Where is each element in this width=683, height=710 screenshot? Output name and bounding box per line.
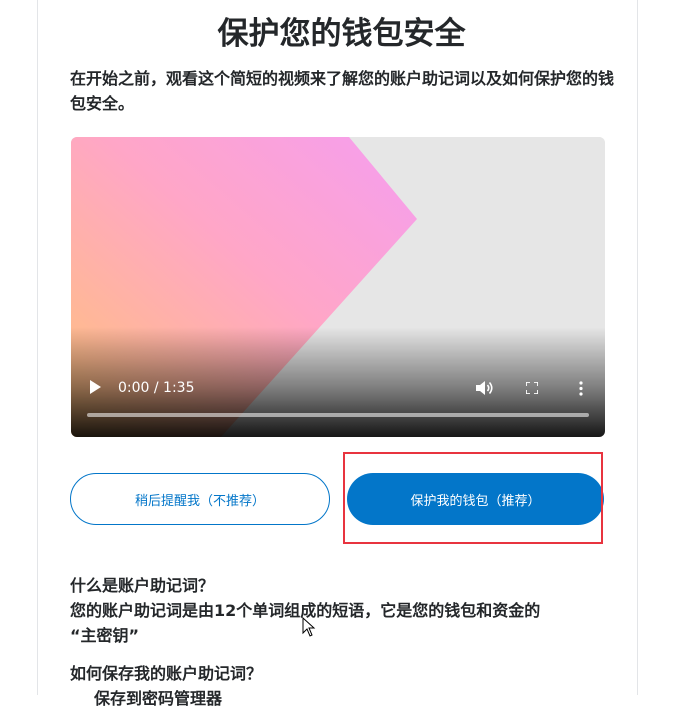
faq-answer-1-line1: 您的账户助记词是由12个单词组成的短语，它是您的钱包和资金的 xyxy=(70,601,541,620)
faq-answer-1-line2: “主密钥” xyxy=(70,626,140,645)
fullscreen-icon[interactable] xyxy=(526,382,538,394)
more-options-icon[interactable] xyxy=(579,381,583,396)
content-border-left xyxy=(37,0,38,695)
video-time: 0:00 / 1:35 xyxy=(118,380,195,396)
video-player[interactable]: 0:00 / 1:35 xyxy=(71,137,605,437)
content-border-right xyxy=(637,0,638,695)
play-icon[interactable] xyxy=(89,380,101,394)
faq-answer-2-partial: 保存到密码管理器 xyxy=(94,689,223,708)
volume-icon[interactable] xyxy=(476,380,494,396)
page-title: 保护您的钱包安全 xyxy=(217,16,466,52)
video-progress-bar[interactable] xyxy=(87,413,589,417)
faq-question-2: 如何保存我的账户助记词？ xyxy=(70,664,263,683)
faq-question-1: 什么是账户助记词？ xyxy=(70,576,215,595)
intro-text: 在开始之前，观看这个简短的视频来了解您的账户助记词以及如何保护您的钱包安全。 xyxy=(70,69,615,113)
mouse-cursor-icon xyxy=(302,617,316,637)
remind-later-button[interactable]: 稍后提醒我（不推荐） xyxy=(70,473,330,525)
highlight-box xyxy=(343,452,603,544)
